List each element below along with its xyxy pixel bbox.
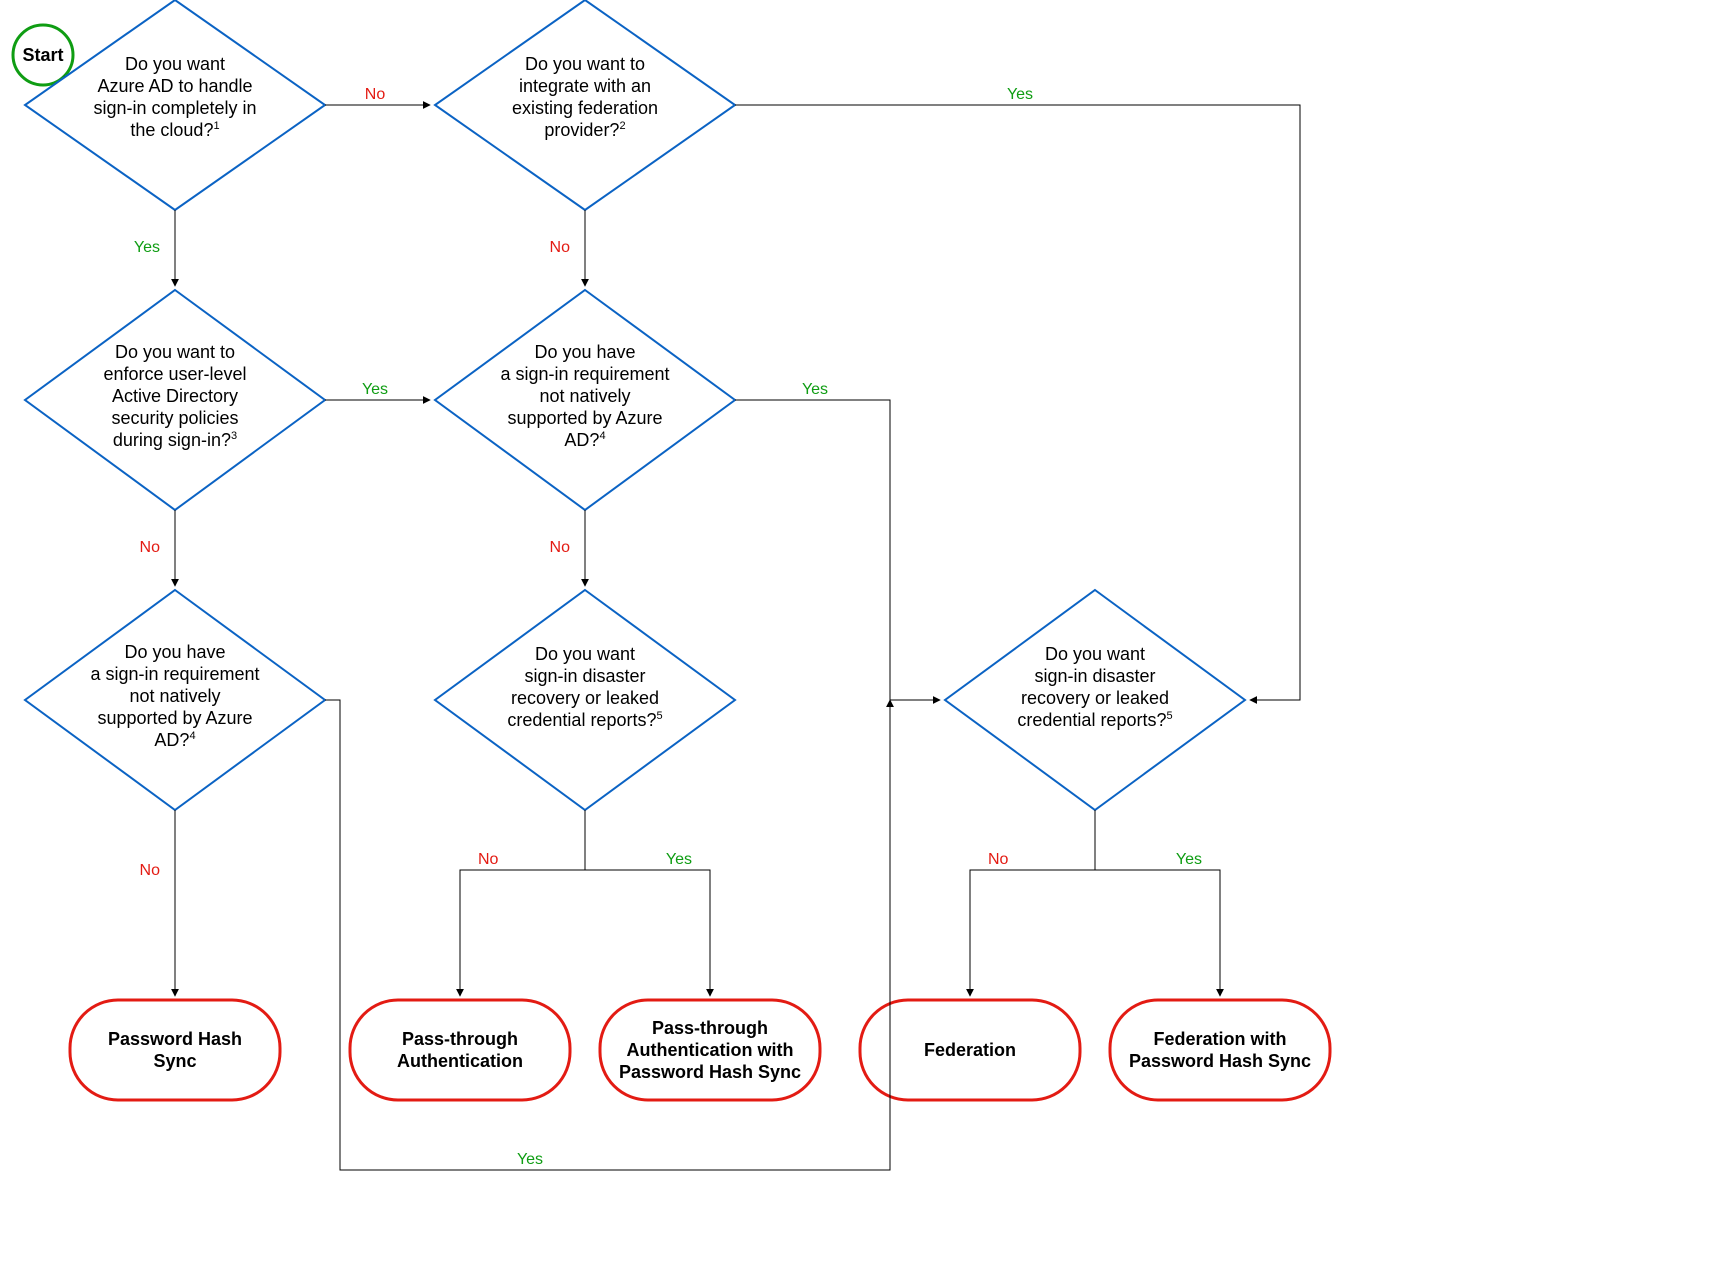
svg-text:recovery or leaked: recovery or leaked [1021, 688, 1169, 708]
label-d3-no: No [140, 539, 161, 556]
svg-text:Do you have: Do you have [534, 342, 635, 362]
svg-text:not natively: not natively [129, 686, 220, 706]
label-d5-yes: Yes [517, 1151, 543, 1168]
label-d4-no: No [550, 539, 571, 556]
terminal-federation: Federation [860, 1000, 1080, 1100]
svg-text:recovery or leaked: recovery or leaked [511, 688, 659, 708]
decision-flowchart: Start Do you want Azure AD to handle sig… [0, 0, 1725, 1262]
svg-text:supported by Azure: supported by Azure [507, 408, 662, 428]
svg-text:security policies: security policies [111, 408, 238, 428]
label-d2-yes: Yes [1007, 86, 1033, 103]
label-d2-no: No [550, 239, 571, 256]
label-d6-yes: Yes [666, 851, 692, 868]
svg-text:supported by Azure: supported by Azure [97, 708, 252, 728]
svg-text:credential reports?5: credential reports?5 [507, 710, 662, 730]
terminal-pta-phs: Pass-through Authentication with Passwor… [600, 1000, 820, 1100]
decision-federation-provider: Do you want to integrate with an existin… [435, 0, 735, 210]
edge-d6-no [460, 810, 585, 996]
label-d1-yes: Yes [134, 239, 160, 256]
svg-text:Do you want to: Do you want to [115, 342, 235, 362]
terminal-password-hash-sync: Password Hash Sync [70, 1000, 280, 1100]
svg-text:the cloud?1: the cloud?1 [130, 120, 219, 140]
label-d1-no: No [365, 86, 386, 103]
edge-d6-yes [585, 810, 710, 996]
svg-text:Authentication: Authentication [397, 1051, 523, 1071]
decision-disaster-recovery-b: Do you want sign-in disaster recovery or… [945, 590, 1245, 810]
svg-text:Password Hash Sync: Password Hash Sync [619, 1062, 801, 1082]
svg-text:Active Directory: Active Directory [112, 386, 238, 406]
edge-d7-yes [1095, 810, 1220, 996]
decision-disaster-recovery-a: Do you want sign-in disaster recovery or… [435, 590, 735, 810]
svg-text:sign-in disaster: sign-in disaster [1034, 666, 1155, 686]
start-label: Start [22, 45, 63, 65]
svg-text:existing federation: existing federation [512, 98, 658, 118]
svg-text:Federation: Federation [924, 1040, 1016, 1060]
label-d7-no: No [988, 851, 1009, 868]
svg-text:Password Hash: Password Hash [108, 1029, 242, 1049]
svg-text:Do you want to: Do you want to [525, 54, 645, 74]
svg-text:Do you want: Do you want [1045, 644, 1145, 664]
svg-text:Azure AD to handle: Azure AD to handle [97, 76, 252, 96]
svg-text:Sync: Sync [153, 1051, 196, 1071]
label-d7-yes: Yes [1176, 851, 1202, 868]
svg-text:Do you want: Do you want [535, 644, 635, 664]
label-d6-no: No [478, 851, 499, 868]
svg-text:integrate with an: integrate with an [519, 76, 651, 96]
edge-d7-no [970, 810, 1095, 996]
svg-text:Pass-through: Pass-through [652, 1018, 768, 1038]
svg-text:Do you have: Do you have [124, 642, 225, 662]
svg-text:Authentication with: Authentication with [627, 1040, 794, 1060]
decision-ad-security-policies: Do you want to enforce user-level Active… [25, 290, 325, 510]
label-d3-yes: Yes [362, 381, 388, 398]
decision-not-native-supported-b: Do you have a sign-in requirement not na… [25, 590, 325, 810]
edge-d4-yes [735, 400, 940, 700]
svg-text:enforce user-level: enforce user-level [103, 364, 246, 384]
svg-text:sign-in disaster: sign-in disaster [524, 666, 645, 686]
edge-d2-yes [735, 105, 1300, 700]
svg-text:Pass-through: Pass-through [402, 1029, 518, 1049]
svg-text:a sign-in requirement: a sign-in requirement [500, 364, 669, 384]
terminal-federation-phs: Federation with Password Hash Sync [1110, 1000, 1330, 1100]
svg-text:a sign-in requirement: a sign-in requirement [90, 664, 259, 684]
svg-text:Password Hash Sync: Password Hash Sync [1129, 1051, 1311, 1071]
svg-text:Do you want: Do you want [125, 54, 225, 74]
svg-text:not natively: not natively [539, 386, 630, 406]
svg-text:credential reports?5: credential reports?5 [1017, 710, 1172, 730]
svg-text:provider?2: provider?2 [544, 120, 625, 140]
decision-cloud-signin: Do you want Azure AD to handle sign-in c… [25, 0, 325, 210]
svg-text:AD?4: AD?4 [154, 730, 195, 750]
svg-text:AD?4: AD?4 [564, 430, 605, 450]
decision-not-native-supported-a: Do you have a sign-in requirement not na… [435, 290, 735, 510]
svg-text:during sign-in?3: during sign-in?3 [113, 430, 237, 450]
terminal-pta: Pass-through Authentication [350, 1000, 570, 1100]
label-d4-yes: Yes [802, 381, 828, 398]
label-d5-no: No [140, 862, 161, 879]
svg-text:Federation with: Federation with [1153, 1029, 1286, 1049]
svg-text:sign-in completely in: sign-in completely in [93, 98, 256, 118]
